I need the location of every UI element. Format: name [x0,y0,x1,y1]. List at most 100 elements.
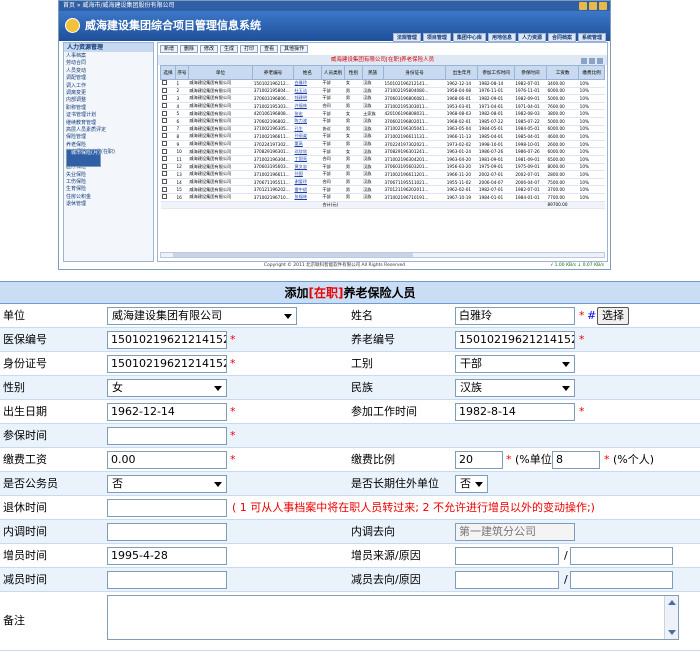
nav-tab[interactable]: 集团中心库 [452,33,486,42]
toolbar-button[interactable]: 修改 [200,45,219,53]
tree-item[interactable]: 劳动合同 [66,60,151,67]
horizontal-scrollbar[interactable] [160,252,605,258]
wage-field[interactable]: 0.00 [107,451,227,469]
table-cell: 雷中斌 [293,185,322,194]
table-row[interactable]: 6 威海建设集团有限公司 370602196802... 陈力波 干部男汉族 370602… [160,117,605,126]
tree-item[interactable]: 调入工作 [66,83,151,90]
ratio-person-field[interactable]: 8 [552,451,600,469]
unit-select[interactable]: 威海建设集团有限公司 [107,307,297,325]
toolbar-button[interactable]: 生成 [220,45,239,53]
table-row[interactable]: 11 威海建设集团有限公司 371002196304... 丁国亮 合同男汉族 37100… [160,155,605,164]
table-row[interactable]: 13 威海建设集团有限公司 371002196611... 孙国 干部男汉族 371002… [160,170,605,179]
row-checkbox[interactable] [160,178,176,187]
transfer-time-field[interactable] [107,523,227,541]
toolbar-button[interactable]: 新增 [160,45,179,53]
tree-item[interactable]: 城市保险(月) [66,149,101,168]
nav-tab[interactable]: 系统管理 [577,33,606,42]
longterm-select[interactable]: 否 [455,475,488,493]
table-row[interactable]: 10 威海建设集团有限公司 370829196301... 邓欣欣 干部女汉族 37082… [160,147,605,156]
add-source-field[interactable] [455,547,559,565]
tree-item[interactable]: 失业保险 [66,172,151,179]
export-icon[interactable] [589,58,595,64]
table-row[interactable]: 1 威海建设集团有限公司 150102196212... 白雅玲 干部女汉族 150102… [160,79,605,88]
row-checkbox[interactable] [160,87,176,96]
id-field[interactable]: 15010219621214152 [107,355,227,373]
vertical-scrollbar[interactable] [664,596,678,639]
table-row[interactable]: 15 威海建设集团有限公司 370121196202... 雷中斌 干部男汉族 37012… [160,185,605,194]
table-row[interactable]: 9 威海建设集团有限公司 370224197302... 董高 干部男汉族 3702241… [160,140,605,149]
row-checkbox[interactable] [160,125,176,134]
table-row[interactable]: 3 威海建设集团有限公司 370603196806... 钱建明 干部男汉族 370603… [160,94,605,103]
ratio-unit-field[interactable]: 20 [455,451,503,469]
row-checkbox[interactable] [160,185,176,194]
nav-tab[interactable]: 合同档案 [547,33,576,42]
retire-field[interactable] [107,499,227,517]
row-checkbox[interactable] [160,147,176,156]
worktype-select[interactable]: 干部 [455,355,575,373]
nav-tab[interactable]: 项目管理 [422,33,451,42]
nav-tab[interactable]: 人力资源 [517,33,546,42]
help-icon[interactable] [589,2,597,10]
table-row[interactable]: 8 威海建设集团有限公司 371002196611... 孙丽姿 干部女汉族 371002… [160,132,605,141]
nav-tab[interactable]: 法规管理 [392,33,421,42]
home-icon[interactable] [579,2,587,10]
workstart-field[interactable]: 1982-8-14 [455,403,575,421]
row-insured-time: 参保时间 * [0,424,700,448]
civil-select[interactable]: 否 [107,475,227,493]
nav-tab[interactable]: 用地信息 [487,33,516,42]
gender-select[interactable]: 女 [107,379,227,397]
table-row[interactable]: 12 威海建设集团有限公司 370603195603... 黄文忠 干部男汉族 37060… [160,163,605,172]
tree-item[interactable]: 退休管理 [66,201,151,208]
tree-item[interactable]: 证书管理计划 [66,112,151,119]
insured-field[interactable] [107,427,227,445]
reduce-reason-field[interactable] [570,571,673,589]
row-checkbox[interactable] [160,117,176,126]
toolbar-button[interactable]: 查看 [260,45,279,53]
name-field[interactable]: 白雅玲 [455,307,575,325]
ethnic-select[interactable]: 汉族 [455,379,575,397]
tree-item[interactable]: 内部调整 [66,97,151,104]
medical-field[interactable]: 150102196212141525 [107,331,227,349]
tree-item[interactable]: 生育保险 [66,186,151,193]
row-checkbox[interactable] [160,109,176,118]
add-reason-field[interactable] [570,547,673,565]
tree-item[interactable]: 调配管理 [66,75,151,82]
birth-field[interactable]: 1962-12-14 [107,403,227,421]
close-icon[interactable] [597,58,603,64]
row-checkbox[interactable] [160,79,176,88]
row-civil-longterm: 是否公务员 否 是否长期住外单位 否 [0,472,700,496]
search-icon[interactable] [581,58,587,64]
toolbar-button[interactable]: 打印 [240,45,259,53]
scroll-up-icon[interactable] [668,600,676,605]
toolbar: 新增 删除 修改 生成 打印 查看 其他操作 [158,43,607,55]
row-checkbox[interactable] [160,94,176,103]
add-time-field[interactable]: 1995-4-28 [107,547,227,565]
pension-field[interactable]: 150102196212141525 [455,331,575,349]
remark-textarea[interactable] [107,595,679,640]
table-row[interactable]: 5 威海建设集团有限公司 420106196808... 张宏 干部女土家族 420106… [160,109,605,118]
table-row[interactable]: 7 威海建设集团有限公司 371002196305... 孔生 协议男汉族 3710021… [160,125,605,134]
row-checkbox[interactable] [160,163,176,172]
table-row[interactable]: 2 威海建设集团有限公司 371002195804... 杜玉洁 干部男汉族 371002… [160,87,605,96]
toolbar-button[interactable]: 删除 [180,45,199,53]
row-checkbox[interactable] [160,132,176,141]
tree-item[interactable]: 继续教育管理 [66,120,151,127]
table-row[interactable]: 14 威海建设集团有限公司 370671195511... 谢爱玲 合同男汉族 37067… [160,178,605,187]
scroll-down-icon[interactable] [668,630,676,635]
tree-item[interactable]: 住房公积金 [66,194,151,201]
toolbar-button[interactable]: 其他操作 [280,45,309,53]
row-checkbox[interactable] [160,193,176,202]
reduce-dest-field[interactable] [455,571,559,589]
row-checkbox[interactable] [160,140,176,149]
row-checkbox[interactable] [160,155,176,164]
table-cell: 5 [175,109,189,118]
column-header: 工资数 [545,65,580,80]
row-checkbox[interactable] [160,170,176,179]
exit-icon[interactable] [599,2,607,10]
reduce-time-field[interactable] [107,571,227,589]
table-row[interactable]: 16 威海建设集团有限公司 371002196710... 张福林 干部男汉族 37100… [160,193,605,202]
select-person-button[interactable]: 选择 [597,307,629,325]
tree-item[interactable]: 保险管理 [66,134,151,141]
row-checkbox[interactable] [160,102,176,111]
table-row[interactable]: 4 威海建设集团有限公司 371002195303... 许福林 合同男汉族 371002… [160,102,605,111]
